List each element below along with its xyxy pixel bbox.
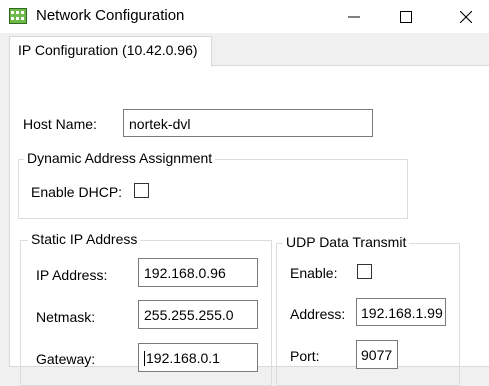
netmask-label: Netmask:: [36, 309, 96, 325]
maximize-icon: [400, 11, 412, 23]
title-bar[interactable]: Network Configuration: [0, 0, 489, 33]
dhcp-group-title: Dynamic Address Assignment: [24, 150, 216, 166]
enable-dhcp-label: Enable DHCP:: [31, 184, 123, 200]
netmask-field[interactable]: 255.255.255.0: [138, 300, 258, 329]
tab-ip-configuration[interactable]: IP Configuration (10.42.0.96): [9, 36, 212, 67]
window-client-area: IP Configuration (10.42.0.96) Host Name:…: [0, 33, 489, 386]
maximize-button[interactable]: [383, 0, 429, 33]
gateway-value: 192.168.0.1: [146, 350, 220, 366]
udp-enable-checkbox[interactable]: [357, 264, 372, 279]
enable-dhcp-checkbox[interactable]: [134, 183, 149, 198]
static-ip-group-title: Static IP Address: [28, 231, 141, 247]
minimize-icon: [348, 16, 360, 18]
window-title: Network Configuration: [36, 7, 185, 24]
close-button[interactable]: [443, 0, 489, 33]
gateway-field[interactable]: 192.168.0.1: [138, 343, 258, 372]
udp-group-title: UDP Data Transmit: [283, 234, 410, 250]
host-name-label: Host Name:: [23, 116, 97, 132]
ip-address-label: IP Address:: [36, 267, 108, 283]
close-icon: [460, 11, 472, 23]
udp-enable-label: Enable:: [290, 265, 338, 281]
text-caret: [144, 351, 145, 366]
ip-address-field[interactable]: 192.168.0.96: [138, 258, 258, 287]
udp-address-field[interactable]: 192.168.1.99: [356, 298, 446, 326]
udp-port-label: Port:: [290, 348, 320, 364]
gateway-label: Gateway:: [36, 351, 96, 367]
udp-port-field[interactable]: 9077: [356, 340, 398, 369]
network-app-icon: [9, 8, 27, 24]
host-name-field[interactable]: nortek-dvl: [123, 109, 373, 137]
udp-address-label: Address:: [290, 306, 346, 322]
tab-label: IP Configuration (10.42.0.96): [18, 42, 198, 58]
ip-configuration-panel: Host Name: nortek-dvl Dynamic Address As…: [9, 65, 489, 386]
minimize-button[interactable]: [331, 0, 377, 33]
